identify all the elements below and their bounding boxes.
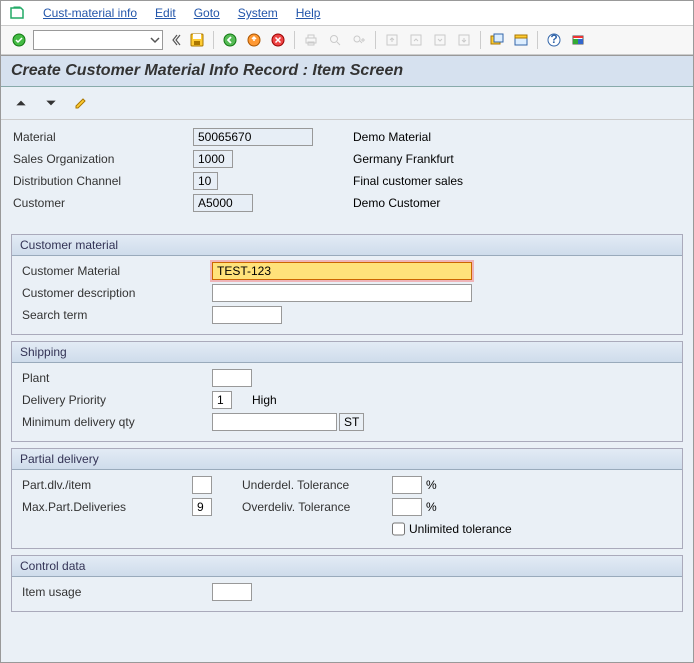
menu-help[interactable]: Help bbox=[296, 6, 321, 20]
unlimited-tol-checkbox[interactable] bbox=[392, 520, 405, 538]
material-field[interactable] bbox=[193, 128, 313, 146]
layout-icon[interactable] bbox=[511, 30, 531, 50]
separator bbox=[375, 31, 376, 49]
collapse-icon[interactable] bbox=[167, 30, 183, 50]
over-tol-label: Overdeliv. Tolerance bbox=[242, 500, 392, 514]
sap-window: Cust-material info Edit Goto System Help bbox=[0, 0, 694, 663]
group-title-custmat: Customer material bbox=[12, 235, 682, 256]
material-desc: Demo Material bbox=[353, 130, 431, 144]
separator bbox=[537, 31, 538, 49]
unlimited-tol-label: Unlimited tolerance bbox=[409, 522, 512, 536]
partdlv-label: Part.dlv./item bbox=[22, 478, 192, 492]
page-title: Create Customer Material Info Record : I… bbox=[1, 56, 693, 87]
channel-label: Distribution Channel bbox=[13, 174, 193, 188]
priority-label: Delivery Priority bbox=[22, 393, 212, 407]
customer-label: Customer bbox=[13, 196, 193, 210]
under-tol-unit: % bbox=[426, 478, 437, 492]
channel-desc: Final customer sales bbox=[353, 174, 463, 188]
group-partial-delivery: Partial delivery Part.dlv./item Max.Part… bbox=[11, 448, 683, 549]
customer-desc: Demo Customer bbox=[353, 196, 440, 210]
menu-edit[interactable]: Edit bbox=[155, 6, 176, 20]
menu-cust-material[interactable]: Cust-material info bbox=[43, 6, 137, 20]
separator bbox=[294, 31, 295, 49]
group-title-control: Control data bbox=[12, 556, 682, 577]
plant-label: Plant bbox=[22, 371, 212, 385]
item-usage-input[interactable] bbox=[212, 583, 252, 601]
header-fields: Material Demo Material Sales Organizatio… bbox=[1, 120, 693, 228]
under-tol-label: Underdel. Tolerance bbox=[242, 478, 392, 492]
salesorg-label: Sales Organization bbox=[13, 152, 193, 166]
menu-bar: Cust-material info Edit Goto System Help bbox=[1, 1, 693, 26]
customer-material-label: Customer Material bbox=[22, 264, 212, 278]
maxpart-label: Max.Part.Deliveries bbox=[22, 500, 192, 514]
collapse-down-icon[interactable] bbox=[41, 93, 61, 113]
find-icon bbox=[325, 30, 345, 50]
customer-desc-label: Customer description bbox=[22, 286, 212, 300]
cancel-icon[interactable] bbox=[268, 30, 288, 50]
group-shipping: Shipping Plant Delivery Priority High Mi… bbox=[11, 341, 683, 442]
command-field-dropdown[interactable] bbox=[33, 30, 163, 50]
item-usage-label: Item usage bbox=[22, 585, 212, 599]
last-page-icon bbox=[454, 30, 474, 50]
customer-material-input[interactable] bbox=[212, 262, 472, 280]
salesorg-field[interactable] bbox=[193, 150, 233, 168]
menu-goto[interactable]: Goto bbox=[194, 6, 220, 20]
priority-input[interactable] bbox=[212, 391, 232, 409]
toolbar: ? bbox=[1, 26, 693, 55]
new-session-icon[interactable] bbox=[487, 30, 507, 50]
sub-toolbar bbox=[1, 87, 693, 120]
menu-system[interactable]: System bbox=[238, 6, 278, 20]
minqty-input[interactable] bbox=[212, 413, 337, 431]
svg-text:?: ? bbox=[550, 33, 557, 46]
customize-icon[interactable] bbox=[568, 30, 588, 50]
expand-up-icon[interactable] bbox=[11, 93, 31, 113]
group-title-shipping: Shipping bbox=[12, 342, 682, 363]
under-tol-input[interactable] bbox=[392, 476, 422, 494]
channel-field[interactable] bbox=[193, 172, 218, 190]
print-icon bbox=[301, 30, 321, 50]
over-tol-unit: % bbox=[426, 500, 437, 514]
first-page-icon bbox=[382, 30, 402, 50]
edit-icon[interactable] bbox=[71, 93, 91, 113]
customer-desc-input[interactable] bbox=[212, 284, 472, 302]
minqty-label: Minimum delivery qty bbox=[22, 415, 212, 429]
partdlv-input[interactable] bbox=[192, 476, 212, 494]
app-menu-icon[interactable] bbox=[9, 5, 25, 21]
material-label: Material bbox=[13, 130, 193, 144]
group-title-partial: Partial delivery bbox=[12, 449, 682, 470]
maxpart-input[interactable] bbox=[192, 498, 212, 516]
minqty-unit: ST bbox=[339, 413, 364, 431]
save-icon[interactable] bbox=[187, 30, 207, 50]
find-next-icon bbox=[349, 30, 369, 50]
next-page-icon bbox=[430, 30, 450, 50]
content-area: Create Customer Material Info Record : I… bbox=[1, 55, 693, 662]
separator bbox=[480, 31, 481, 49]
plant-input[interactable] bbox=[212, 369, 252, 387]
group-customer-material: Customer material Customer Material Cust… bbox=[11, 234, 683, 335]
prev-page-icon bbox=[406, 30, 426, 50]
group-control-data: Control data Item usage bbox=[11, 555, 683, 612]
back-icon[interactable] bbox=[220, 30, 240, 50]
search-term-input[interactable] bbox=[212, 306, 282, 324]
customer-field[interactable] bbox=[193, 194, 253, 212]
over-tol-input[interactable] bbox=[392, 498, 422, 516]
priority-desc: High bbox=[252, 393, 277, 407]
separator bbox=[213, 31, 214, 49]
exit-icon[interactable] bbox=[244, 30, 264, 50]
help-icon[interactable]: ? bbox=[544, 30, 564, 50]
search-term-label: Search term bbox=[22, 308, 212, 322]
enter-icon[interactable] bbox=[9, 30, 29, 50]
salesorg-desc: Germany Frankfurt bbox=[353, 152, 454, 166]
